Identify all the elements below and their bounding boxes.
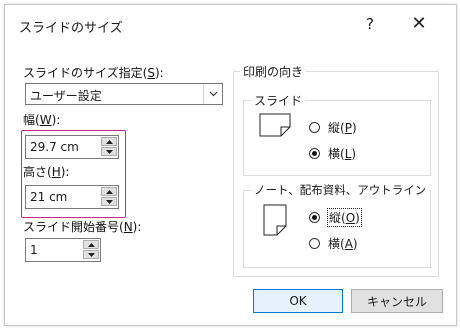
start-number-value[interactable]: 1 — [30, 243, 38, 257]
notes-orientation-title: ノート、配布資料、アウトライン — [251, 182, 430, 198]
radio-circle[interactable] — [309, 122, 320, 133]
height-up-button[interactable] — [101, 187, 117, 196]
slide-size-value: ユーザー設定 — [30, 89, 102, 103]
start-number-label: スライド開始番号(N): — [23, 220, 142, 234]
arrow-down-icon — [105, 149, 113, 154]
landscape-page-icon — [259, 113, 291, 140]
slides-landscape-radio[interactable]: 横(L) — [309, 145, 356, 162]
arrow-up-icon — [105, 189, 113, 194]
portrait-page-icon — [263, 204, 287, 239]
height-spinner[interactable]: 21 cm — [25, 185, 119, 209]
help-icon[interactable]: ? — [361, 15, 379, 33]
radio-circle[interactable] — [309, 238, 320, 249]
cancel-button[interactable]: キャンセル — [351, 289, 443, 313]
arrow-up-icon — [87, 242, 95, 247]
notes-landscape-label: 横(A) — [328, 237, 358, 251]
width-value[interactable]: 29.7 cm — [30, 140, 79, 154]
title-bar: スライドのサイズ ? ✕ — [5, 5, 456, 47]
width-label: 幅(W): — [23, 113, 61, 127]
start-number-down-button[interactable] — [83, 250, 99, 259]
slide-size-label: スライドのサイズ指定(S): — [23, 66, 164, 80]
chevron-down-icon[interactable] — [203, 84, 222, 104]
close-icon[interactable]: ✕ — [410, 13, 428, 34]
height-down-button[interactable] — [101, 197, 117, 206]
radio-circle-selected[interactable] — [309, 212, 320, 223]
orientation-title: 印刷の向き — [240, 63, 307, 80]
ok-button[interactable]: OK — [253, 289, 343, 313]
notes-landscape-radio[interactable]: 横(A) — [309, 235, 358, 252]
arrow-down-icon — [87, 252, 95, 257]
notes-portrait-label: 縦(O) — [327, 208, 362, 227]
height-value[interactable]: 21 cm — [30, 190, 67, 204]
width-spinner[interactable]: 29.7 cm — [25, 135, 119, 159]
slides-portrait-radio[interactable]: 縦(P) — [309, 119, 357, 136]
width-up-button[interactable] — [101, 137, 117, 146]
height-label: 高さ(H): — [23, 165, 70, 179]
start-number-up-button[interactable] — [83, 240, 99, 249]
slides-landscape-label: 横(L) — [328, 147, 357, 161]
width-down-button[interactable] — [101, 147, 117, 156]
slides-orientation-title: スライド — [251, 92, 306, 109]
arrow-down-icon — [105, 199, 113, 204]
start-number-spinner[interactable]: 1 — [25, 238, 101, 262]
arrow-up-icon — [105, 139, 113, 144]
slides-portrait-label: 縦(P) — [328, 121, 357, 135]
radio-circle-selected[interactable] — [309, 148, 320, 159]
notes-portrait-radio[interactable]: 縦(O) — [309, 208, 362, 227]
slide-size-select[interactable]: ユーザー設定 — [25, 83, 223, 105]
slide-size-dialog: スライドのサイズ ? ✕ スライドのサイズ指定(S): ユーザー設定 幅(W):… — [4, 4, 457, 326]
dialog-title: スライドのサイズ — [19, 21, 123, 36]
